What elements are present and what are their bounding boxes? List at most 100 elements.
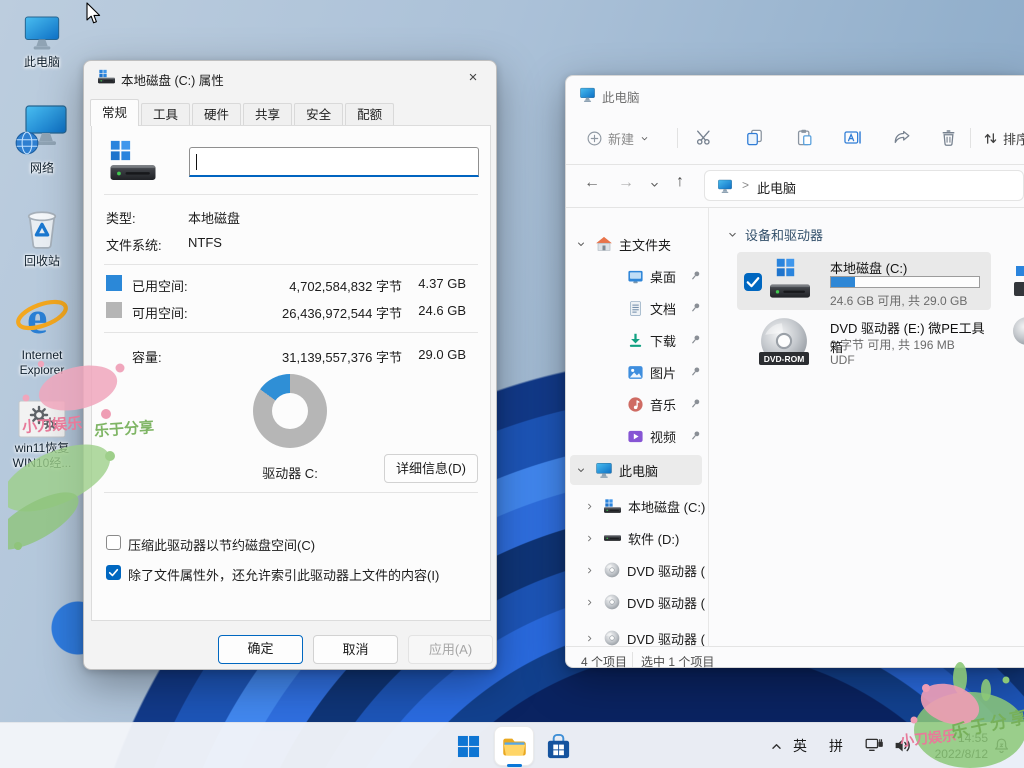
chevron-right-icon[interactable] (584, 633, 595, 644)
nav-item-desktop[interactable]: 桌面 (570, 261, 705, 291)
drive-tile-local-disk-c[interactable]: 本地磁盘 (C:) 24.6 GB 可用, 共 29.0 GB (737, 252, 991, 310)
free-space-swatch (106, 302, 122, 318)
taskbar: 英 拼 14:55 2022/8/12 (0, 722, 1024, 768)
up-icon[interactable]: ↑ (676, 173, 684, 191)
chevron-right-icon[interactable] (584, 565, 595, 576)
drive-tile-dvd-e[interactable]: DVD-ROM DVD 驱动器 (E:) 微PE工具箱 0 字节 可用, 共 1… (737, 314, 991, 372)
chevron-down-icon[interactable] (575, 464, 587, 476)
nav-item-label: 音乐 (650, 395, 676, 414)
status-separator (632, 652, 633, 667)
tab-general[interactable]: 常规 (90, 99, 139, 126)
dialog-title: 本地磁盘 (C:) 属性 (121, 70, 224, 89)
history-chevron-icon[interactable] (648, 178, 661, 191)
nav-item-home[interactable]: 主文件夹 (570, 229, 705, 259)
internet-explorer-icon: e (14, 289, 70, 345)
desktop-icon-internet-explorer[interactable]: e Internet Explorer (5, 289, 79, 378)
chevron-down-icon (726, 228, 739, 241)
ime-mode-indicator[interactable]: 拼 (829, 736, 843, 756)
windows-logo-icon (457, 735, 480, 758)
desktop-icon-network[interactable]: 网络 (5, 100, 79, 176)
microsoft-store-icon (545, 733, 572, 760)
nav-item-videos[interactable]: 视频 (570, 421, 705, 451)
this-pc-icon (19, 12, 65, 52)
capacity-label: 容量: (132, 347, 162, 366)
new-button-label: 新建 (608, 129, 634, 148)
close-button[interactable]: × (450, 61, 496, 93)
delete-icon[interactable] (939, 128, 958, 147)
tile-checkbox[interactable] (744, 273, 762, 291)
apply-button[interactable]: 应用(A) (408, 635, 493, 664)
index-checkbox[interactable] (106, 565, 121, 580)
breadcrumb-this-pc[interactable]: 此电脑 (757, 178, 796, 197)
chevron-down-icon[interactable] (575, 238, 587, 250)
tab-sharing[interactable]: 共享 (243, 103, 292, 126)
nav-item-label: DVD 驱动器 (F:) (627, 593, 705, 612)
toolbar-separator (970, 128, 971, 148)
section-header[interactable]: 设备和驱动器 (726, 222, 1024, 246)
rename-icon[interactable] (843, 128, 862, 147)
separator (104, 194, 478, 195)
tab-quota[interactable]: 配额 (345, 103, 394, 126)
forward-icon[interactable]: → (618, 174, 634, 192)
batch-file-gears-icon (18, 400, 66, 438)
used-space-size: 4.37 GB (404, 276, 466, 291)
taskbar-store-button[interactable] (542, 730, 574, 762)
nav-item-disk-d[interactable]: 软件 (D:) (570, 523, 705, 553)
compress-checkbox[interactable] (106, 535, 121, 550)
nav-item-documents[interactable]: 文档 (570, 293, 705, 323)
mouse-cursor (86, 2, 102, 26)
desktop-icon-this-pc[interactable]: 此电脑 (5, 12, 79, 70)
volume-tray-icon[interactable] (893, 735, 914, 756)
drive-info: 24.6 GB 可用, 共 29.0 GB (830, 292, 967, 309)
notification-bell-icon[interactable] (992, 736, 1011, 755)
dvd-icon: DVD-ROM (759, 316, 809, 368)
details-button[interactable]: 详细信息(D) (384, 454, 478, 483)
explorer-window: 此电脑 新建 排序 ← → ↑ > 此电脑 主文件夹 桌面 (565, 75, 1024, 668)
nav-item-local-disk-c[interactable]: 本地磁盘 (C:) (570, 491, 705, 521)
new-button[interactable]: 新建 (586, 124, 654, 152)
back-icon[interactable]: ← (584, 174, 600, 192)
dvd-icon (604, 630, 620, 646)
copy-icon[interactable] (745, 128, 764, 147)
desktop-icon-label: 回收站 (5, 254, 79, 269)
explorer-title: 此电脑 (602, 87, 640, 106)
ime-language-indicator[interactable]: 英 (793, 736, 807, 756)
network-tray-icon[interactable] (864, 735, 885, 756)
pin-icon (689, 269, 702, 282)
nav-item-this-pc[interactable]: 此电脑 (570, 455, 702, 485)
disk-icon (604, 531, 621, 546)
volume-label-input[interactable] (189, 147, 479, 177)
nav-item-dvd-partial[interactable]: DVD 驱动器 (F:) (570, 623, 705, 646)
tab-tools[interactable]: 工具 (141, 103, 190, 126)
taskbar-file-explorer-button[interactable] (494, 726, 534, 766)
desktop-icon-win11-restore[interactable]: win11恢复 WIN10经... (5, 400, 79, 471)
cancel-button[interactable]: 取消 (313, 635, 398, 664)
tab-hardware[interactable]: 硬件 (192, 103, 241, 126)
start-button[interactable] (452, 730, 484, 762)
chevron-right-icon[interactable] (584, 597, 595, 608)
nav-item-downloads[interactable]: 下载 (570, 325, 705, 355)
nav-item-label: DVD 驱动器 (F:) (627, 629, 705, 647)
nav-item-dvd-f[interactable]: DVD 驱动器 (F:) (570, 587, 705, 617)
plus-circle-icon (586, 130, 603, 147)
paste-icon[interactable] (795, 128, 814, 147)
share-icon[interactable] (893, 128, 912, 147)
free-space-bytes: 26,436,972,544 字节 (242, 303, 402, 322)
tab-security[interactable]: 安全 (294, 103, 343, 126)
ok-button[interactable]: 确定 (218, 635, 303, 664)
nav-item-pictures[interactable]: 图片 (570, 357, 705, 387)
nav-item-music[interactable]: 音乐 (570, 389, 705, 419)
chevron-right-icon[interactable] (584, 533, 595, 544)
drive-caption: 驱动器 C: (240, 463, 340, 482)
nav-item-dvd-e[interactable]: DVD 驱动器 (E:) (570, 555, 705, 585)
nav-item-label: DVD 驱动器 (E:) (627, 561, 705, 580)
address-bar[interactable]: > 此电脑 (704, 170, 1024, 201)
sort-button[interactable]: 排序 (982, 124, 1024, 152)
tab-page-general: 类型: 本地磁盘 文件系统: NTFS 已用空间: 4,702,584,832 … (91, 125, 491, 621)
chevron-right-icon[interactable] (584, 501, 595, 512)
desktop: 此电脑 网络 回收站 e Internet Explorer win11恢复 W… (0, 0, 1024, 768)
tray-chevron-up-icon[interactable] (768, 738, 785, 755)
cut-icon[interactable] (695, 128, 714, 147)
desktop-icon-recycle-bin[interactable]: 回收站 (5, 203, 79, 269)
clock[interactable]: 14:55 2022/8/12 (916, 730, 988, 762)
